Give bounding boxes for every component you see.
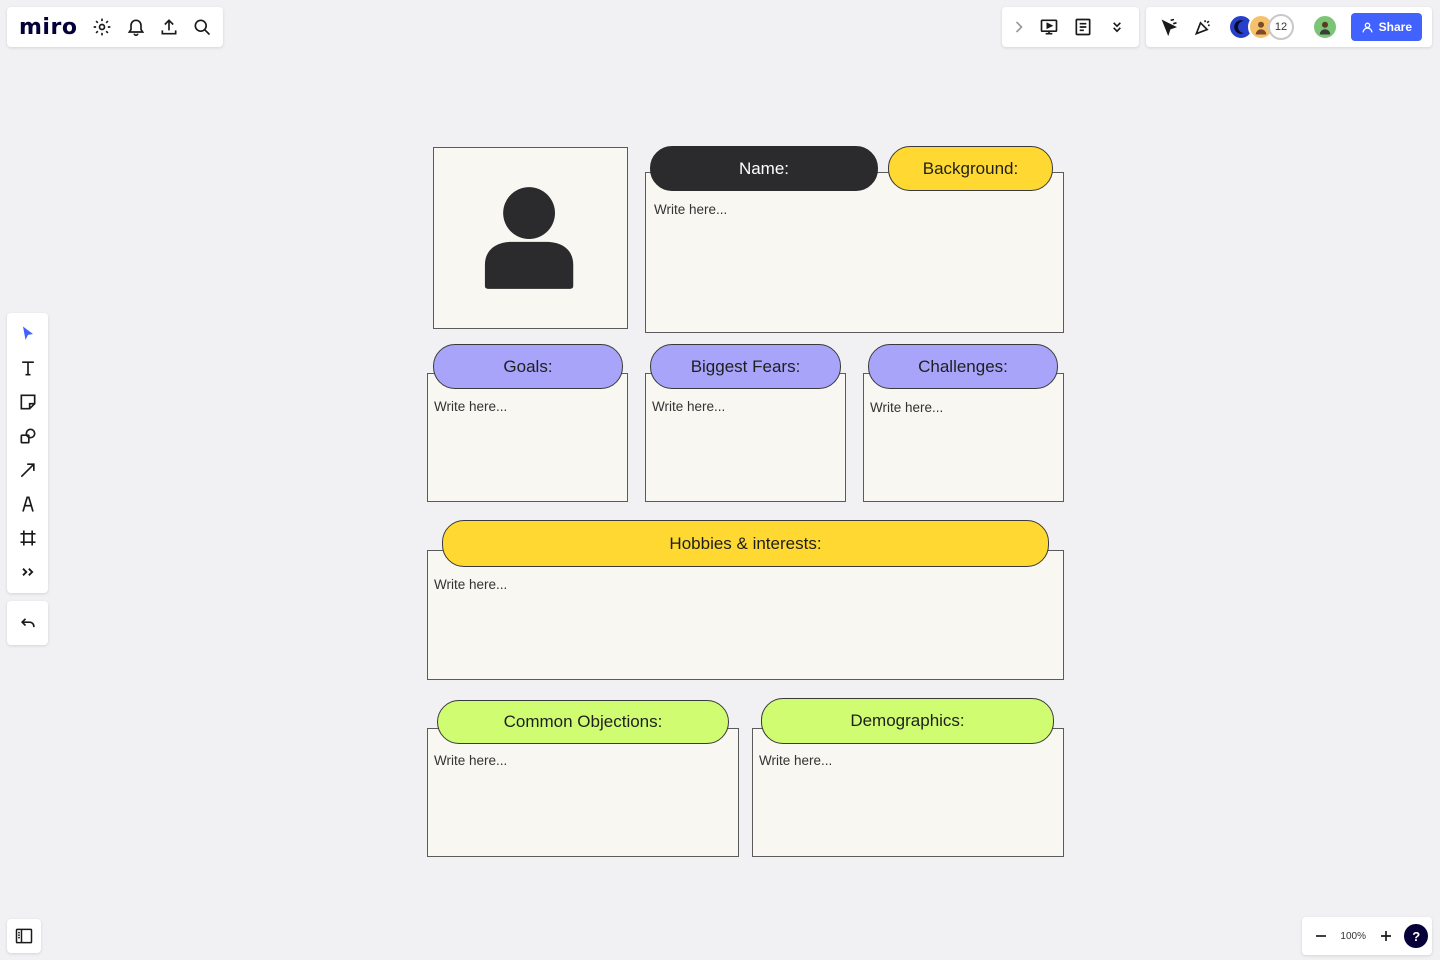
demographics-box[interactable]: Write here... — [752, 728, 1064, 857]
pen-icon[interactable] — [13, 489, 43, 519]
challenges-box[interactable]: Write here... — [863, 373, 1064, 502]
zoom-controls: 100% ? — [1302, 917, 1432, 955]
fears-placeholder: Write here... — [652, 399, 726, 414]
top-right-toolbar: 12 Share — [1146, 7, 1432, 47]
top-left-toolbar: miro — [7, 7, 223, 47]
panel-icon — [15, 928, 33, 944]
background-label-pill[interactable]: Background: — [888, 146, 1053, 191]
challenges-placeholder: Write here... — [870, 400, 944, 415]
text-icon[interactable] — [13, 353, 43, 383]
zoom-in-icon[interactable] — [1373, 921, 1399, 951]
share-button[interactable]: Share — [1350, 13, 1422, 41]
objections-placeholder: Write here... — [434, 753, 508, 768]
miro-logo[interactable]: miro — [19, 15, 77, 40]
notes-icon[interactable] — [1068, 12, 1098, 42]
goals-box[interactable]: Write here... — [427, 373, 628, 502]
background-box[interactable]: Write here... — [645, 172, 1064, 333]
bell-icon[interactable] — [121, 12, 150, 42]
more-tools-icon[interactable] — [13, 557, 43, 587]
arrow-icon[interactable] — [13, 455, 43, 485]
cursor-icon[interactable] — [1154, 12, 1184, 42]
zoom-level[interactable]: 100% — [1336, 931, 1371, 942]
fears-label-pill[interactable]: Biggest Fears: — [650, 344, 841, 389]
goals-label-pill[interactable]: Goals: — [433, 344, 623, 389]
settings-icon[interactable] — [87, 12, 116, 42]
hobbies-label-pill[interactable]: Hobbies & interests: — [442, 520, 1049, 567]
upload-icon[interactable] — [154, 12, 183, 42]
collaborator-avatars[interactable]: 12 — [1228, 14, 1294, 40]
select-icon[interactable] — [13, 319, 43, 349]
hobbies-placeholder: Write here... — [434, 577, 508, 592]
user-avatar[interactable] — [1312, 14, 1338, 40]
challenges-label-pill[interactable]: Challenges: — [868, 344, 1058, 389]
name-label-pill[interactable]: Name: — [650, 146, 878, 191]
demographics-placeholder: Write here... — [759, 753, 833, 768]
undo-panel — [7, 601, 48, 645]
frame-icon[interactable] — [13, 523, 43, 553]
collaborator-count-badge[interactable]: 12 — [1268, 14, 1294, 40]
zoom-out-icon[interactable] — [1308, 921, 1334, 951]
chevron-right-icon[interactable] — [1008, 12, 1030, 42]
share-label: Share — [1378, 20, 1412, 34]
undo-icon[interactable] — [13, 608, 43, 638]
background-placeholder: Write here... — [654, 202, 728, 217]
search-icon[interactable] — [188, 12, 217, 42]
side-panel-toggle[interactable] — [7, 919, 41, 953]
celebration-icon[interactable] — [1188, 12, 1218, 42]
top-center-toolbar — [1002, 7, 1139, 47]
goals-placeholder: Write here... — [434, 399, 508, 414]
hobbies-box[interactable]: Write here... — [427, 550, 1064, 680]
sticky-note-icon[interactable] — [13, 387, 43, 417]
double-chevron-down-icon[interactable] — [1102, 12, 1132, 42]
help-button[interactable]: ? — [1404, 924, 1428, 948]
presentation-icon[interactable] — [1034, 12, 1064, 42]
demographics-label-pill[interactable]: Demographics: — [761, 698, 1054, 744]
creation-toolbar — [7, 313, 48, 593]
user-icon — [1362, 22, 1373, 32]
person-icon — [484, 187, 574, 289]
objections-label-pill[interactable]: Common Objections: — [437, 700, 729, 744]
objections-box[interactable]: Write here... — [427, 728, 739, 857]
shapes-icon[interactable] — [13, 421, 43, 451]
profile-photo-box[interactable] — [433, 147, 628, 329]
fears-box[interactable]: Write here... — [645, 373, 846, 502]
